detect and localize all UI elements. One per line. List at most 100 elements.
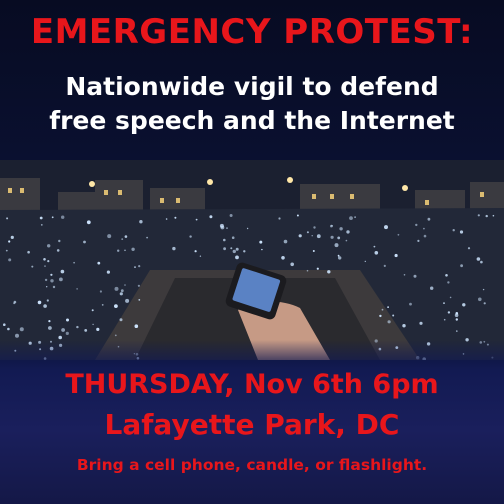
phone-light: [114, 286, 119, 291]
phone-light: [138, 299, 141, 301]
phone-light: [243, 250, 246, 253]
phone-light: [48, 326, 52, 330]
phone-light: [478, 297, 482, 302]
phone-light: [47, 244, 51, 248]
phone-light: [165, 218, 168, 220]
phone-light: [492, 214, 495, 217]
phone-light: [462, 303, 466, 307]
phone-light: [296, 214, 299, 217]
phone-light: [334, 243, 339, 248]
phone-light: [278, 217, 281, 220]
protest-poster: EMERGENCY PROTEST: Nationwide vigil to d…: [0, 0, 504, 504]
phone-light: [456, 330, 458, 332]
phone-light: [281, 256, 285, 260]
phone-light: [345, 239, 348, 242]
phone-light: [3, 323, 6, 326]
phone-light: [50, 273, 53, 276]
phone-light: [174, 216, 177, 219]
phone-light: [387, 306, 389, 308]
phone-light: [223, 238, 226, 242]
phone-light: [37, 300, 42, 305]
phone-light: [430, 286, 434, 290]
phone-light: [65, 331, 69, 335]
phone-light: [195, 218, 198, 221]
phone-light: [397, 233, 400, 236]
phone-light: [381, 308, 384, 311]
phone-light: [246, 227, 249, 230]
phone-light: [96, 327, 100, 331]
phone-light: [6, 217, 9, 220]
phone-light: [8, 240, 11, 243]
phone-light: [66, 318, 69, 322]
phone-light: [107, 234, 112, 239]
phone-light: [394, 253, 398, 258]
phone-light: [58, 239, 61, 243]
phone-light: [131, 247, 135, 251]
phone-light: [124, 284, 126, 286]
phone-light: [121, 238, 124, 240]
subhead: Nationwide vigil to defend free speech a…: [0, 70, 504, 138]
phone-light: [8, 258, 12, 262]
phone-light: [19, 327, 24, 332]
phone-light: [83, 240, 86, 244]
phone-light: [44, 265, 46, 267]
phone-light: [43, 304, 47, 308]
phone-light: [445, 274, 448, 277]
phone-light: [15, 333, 19, 338]
headline: EMERGENCY PROTEST:: [30, 12, 474, 52]
phone-light: [290, 262, 295, 267]
phone-light: [313, 226, 316, 229]
phone-light: [454, 313, 459, 317]
phone-light: [56, 249, 60, 252]
phone-light: [124, 235, 128, 238]
phone-light: [97, 261, 101, 265]
phone-light: [117, 249, 120, 252]
phone-light: [43, 258, 46, 261]
phone-light: [114, 334, 117, 337]
phone-light: [298, 234, 302, 238]
subhead-line-2: free speech and the Internet: [49, 106, 455, 135]
phone-light: [460, 264, 463, 268]
phone-light: [443, 302, 445, 304]
phone-light: [226, 227, 228, 229]
phone-light: [92, 323, 94, 326]
phone-light: [106, 270, 110, 274]
phone-light: [364, 260, 366, 263]
phone-light: [137, 284, 140, 287]
bring-items: Bring a cell phone, candle, or flashligh…: [76, 456, 428, 474]
phone-light: [76, 288, 78, 290]
phone-light: [331, 225, 333, 227]
phone-light: [50, 279, 54, 283]
phone-light: [259, 240, 263, 244]
phone-light: [60, 269, 65, 274]
phone-light: [384, 225, 388, 230]
phone-light: [354, 216, 356, 218]
phone-light: [423, 227, 425, 230]
phone-light: [235, 255, 239, 260]
phone-light: [485, 214, 488, 218]
phone-light: [189, 235, 192, 238]
phone-light: [409, 302, 412, 306]
phone-light: [27, 250, 30, 254]
phone-light: [232, 249, 236, 254]
phone-light: [480, 260, 483, 264]
phone-light: [476, 257, 481, 261]
phone-light: [220, 225, 225, 230]
phone-light: [44, 278, 48, 282]
phone-light: [86, 220, 91, 225]
phone-light: [311, 235, 313, 237]
header-band: EMERGENCY PROTEST: Nationwide vigil to d…: [0, 0, 504, 160]
phone-light: [101, 304, 104, 306]
phone-light: [47, 260, 50, 263]
phone-light: [387, 320, 391, 324]
phone-light: [403, 274, 406, 276]
phone-light: [346, 230, 350, 234]
phone-light: [339, 227, 343, 231]
phone-light: [61, 328, 65, 332]
phone-light: [76, 325, 79, 329]
phone-light: [124, 249, 126, 252]
phone-light: [139, 220, 143, 224]
event-date-time: THURSDAY, Nov 6th 6pm: [65, 369, 439, 400]
phone-light: [455, 318, 458, 321]
phone-light: [419, 321, 423, 325]
